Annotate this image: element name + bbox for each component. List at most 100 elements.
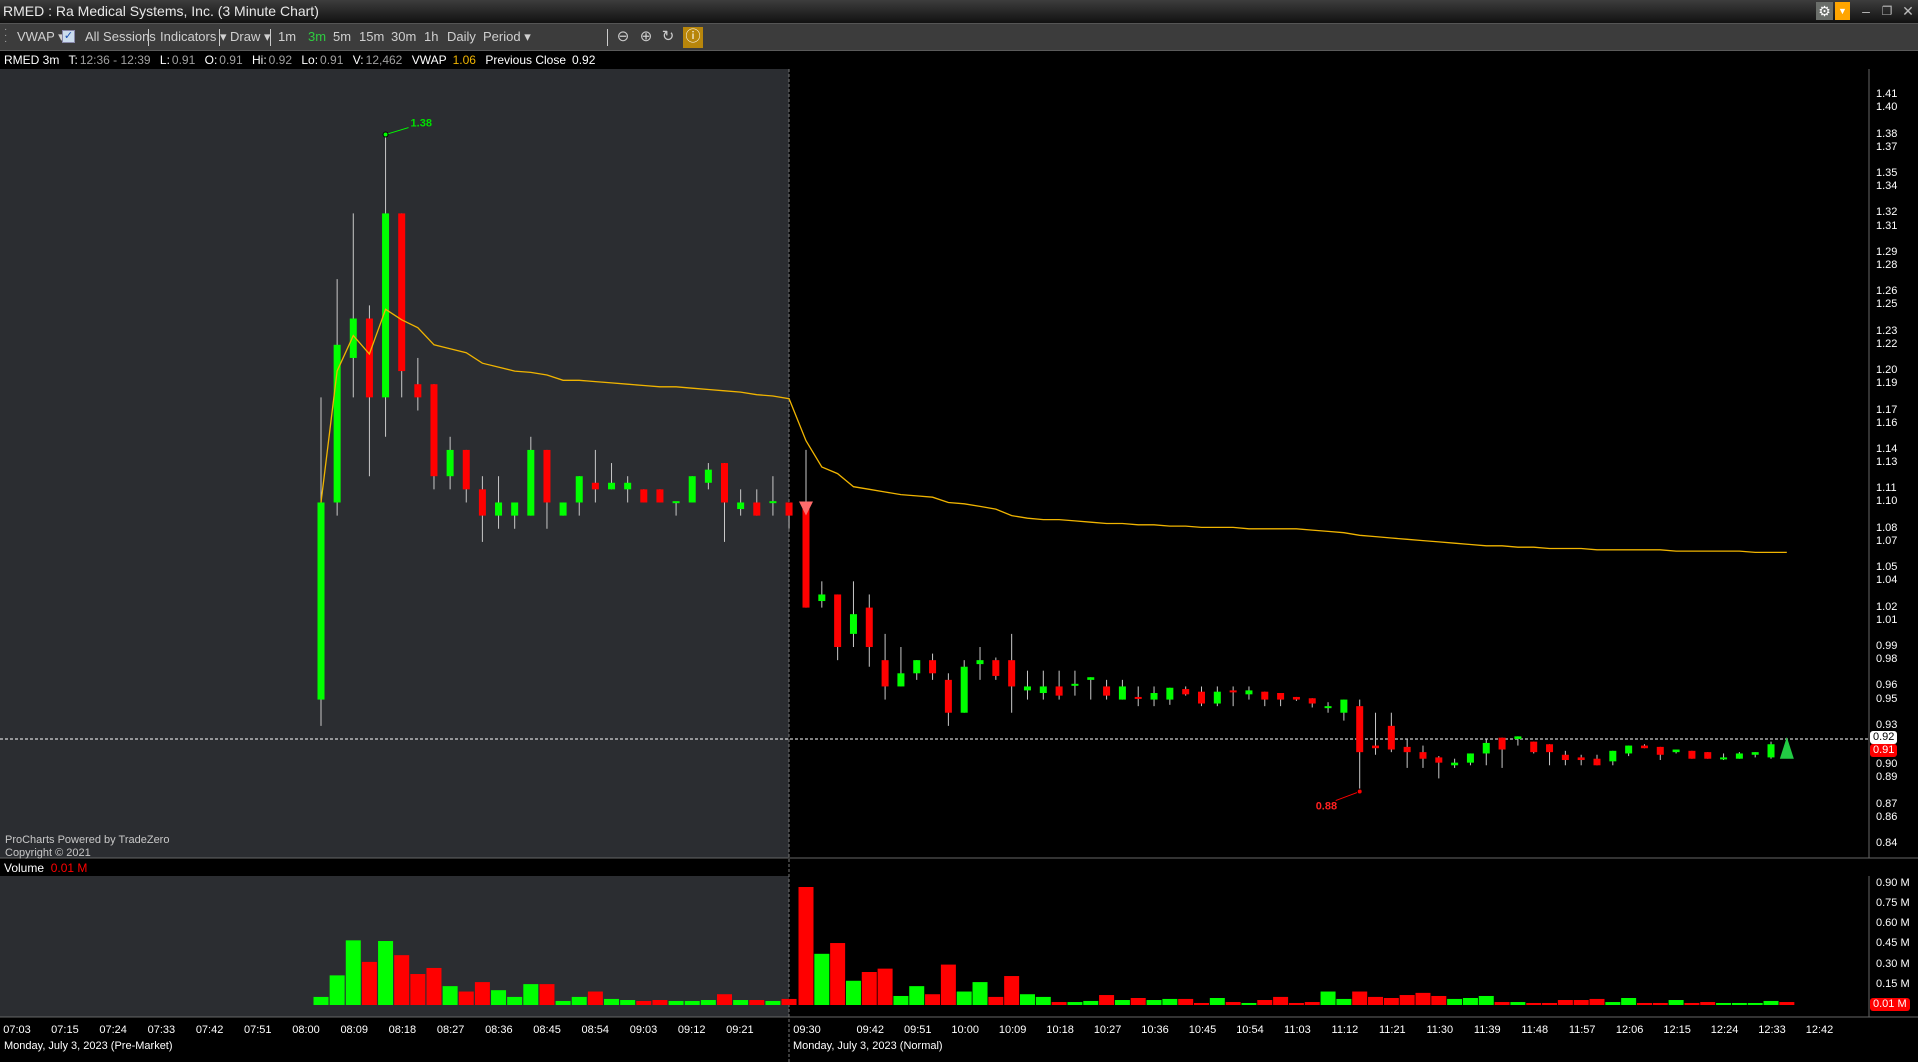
time-tick-label: 07:15 bbox=[51, 1024, 79, 1036]
candle-body bbox=[897, 673, 905, 687]
time-tick-label: 10:45 bbox=[1188, 1024, 1217, 1036]
volume-bar bbox=[1067, 1002, 1083, 1005]
volume-bar bbox=[845, 980, 861, 1005]
candle-body bbox=[333, 344, 341, 503]
volume-bar bbox=[733, 1000, 749, 1005]
volume-bar bbox=[988, 996, 1004, 1005]
volume-bar bbox=[1747, 1002, 1763, 1005]
premarket-background bbox=[0, 69, 789, 858]
time-tick-label: 11:30 bbox=[1426, 1024, 1454, 1036]
time-tick-label: 07:51 bbox=[244, 1024, 272, 1036]
candle-body bbox=[913, 660, 921, 674]
volume-bar bbox=[636, 1000, 652, 1005]
time-tick-label: 12:15 bbox=[1663, 1024, 1691, 1036]
candle-body bbox=[1656, 746, 1664, 755]
volume-bar bbox=[555, 1000, 571, 1005]
candle-body bbox=[753, 502, 761, 516]
price-tick-label: 0.98 bbox=[1876, 653, 1898, 666]
price-tick-label: 0.87 bbox=[1876, 797, 1898, 810]
copyright: Copyright © 2021 bbox=[5, 847, 91, 859]
candle-body bbox=[1609, 750, 1617, 762]
price-tick-label: 1.13 bbox=[1876, 456, 1898, 469]
time-tick-label: 08:45 bbox=[533, 1024, 561, 1036]
price-tick-label: 1.26 bbox=[1876, 285, 1898, 298]
volume-bar bbox=[523, 984, 539, 1005]
volume-bar bbox=[1494, 1002, 1510, 1005]
volume-bar bbox=[1478, 995, 1494, 1005]
candle-body bbox=[446, 449, 454, 477]
volume-bar bbox=[1542, 1002, 1558, 1005]
volume-bar bbox=[442, 986, 458, 1005]
candle-body bbox=[1008, 660, 1016, 687]
volume-bar bbox=[1700, 1002, 1716, 1005]
price-tick-label: 0.95 bbox=[1876, 692, 1898, 705]
low-price-label: 0.88 bbox=[1316, 801, 1337, 813]
volume-bar bbox=[765, 1000, 781, 1005]
candle-body bbox=[688, 476, 696, 503]
price-tick-label: 1.41 bbox=[1876, 88, 1898, 101]
candle-body bbox=[960, 666, 968, 713]
time-tick-label: 11:12 bbox=[1331, 1024, 1359, 1036]
volume-bar bbox=[814, 953, 830, 1005]
volume-bar bbox=[1162, 998, 1178, 1005]
volume-bar bbox=[1589, 998, 1605, 1005]
candle-body bbox=[1166, 687, 1174, 700]
candle-body bbox=[1577, 757, 1585, 761]
candle-body bbox=[1546, 744, 1554, 753]
candle-body bbox=[478, 489, 486, 516]
volume-bar bbox=[1194, 1002, 1209, 1005]
candle-body bbox=[543, 449, 551, 503]
candle-body bbox=[849, 614, 857, 634]
volume-bar bbox=[1716, 1002, 1732, 1005]
candle-body bbox=[527, 449, 535, 516]
candle-body bbox=[1704, 752, 1712, 759]
volume-bar bbox=[1130, 997, 1146, 1005]
volume-bar bbox=[972, 982, 988, 1005]
volume-tick-label: 0.75 M bbox=[1876, 896, 1910, 909]
volume-bar bbox=[539, 984, 555, 1005]
volume-bar bbox=[1763, 1000, 1779, 1005]
candle-body bbox=[1356, 706, 1364, 753]
volume-bar bbox=[1035, 996, 1051, 1005]
candle-body bbox=[976, 660, 984, 665]
candle-body bbox=[1308, 698, 1316, 704]
volume-tick-label: 0.30 M bbox=[1876, 957, 1910, 970]
time-tick-label: 12:33 bbox=[1758, 1024, 1786, 1036]
candle-body bbox=[1198, 691, 1205, 704]
candle-body bbox=[511, 502, 519, 516]
volume-bar bbox=[798, 887, 814, 1005]
low-marker-line bbox=[1335, 791, 1360, 802]
low-marker-dot bbox=[1356, 788, 1363, 795]
candle-body bbox=[1561, 754, 1569, 761]
volume-bar bbox=[313, 996, 329, 1005]
price-tick-label: 1.31 bbox=[1876, 219, 1898, 232]
time-tick-label: 10:27 bbox=[1093, 1024, 1122, 1036]
sell-signal-triangle-icon bbox=[799, 501, 813, 516]
volume-bar bbox=[717, 994, 732, 1005]
time-tick-label: 09:21 bbox=[726, 1024, 754, 1036]
volume-bar bbox=[1605, 1002, 1621, 1005]
last-price-badge: 0.91 bbox=[1870, 744, 1898, 757]
candle-body bbox=[414, 384, 422, 398]
price-tick-label: 1.02 bbox=[1876, 600, 1898, 613]
candle-body bbox=[672, 501, 680, 504]
candle-body bbox=[1640, 745, 1648, 749]
volume-bar bbox=[1399, 995, 1415, 1005]
time-tick-label: 10:09 bbox=[998, 1024, 1027, 1036]
time-tick-label: 10:54 bbox=[1236, 1024, 1264, 1036]
time-tick-label: 08:00 bbox=[292, 1024, 320, 1036]
candle-body bbox=[1213, 691, 1221, 704]
volume-bar bbox=[361, 961, 377, 1005]
volume-bar bbox=[1099, 995, 1115, 1005]
candle-body bbox=[1403, 746, 1411, 753]
price-tick-label: 1.10 bbox=[1876, 495, 1898, 508]
volume-bar bbox=[474, 982, 490, 1005]
price-tick-label: 1.40 bbox=[1876, 101, 1898, 114]
candle-body bbox=[785, 502, 793, 516]
volume-tick-label: 0.15 M bbox=[1876, 977, 1910, 990]
price-volume-chart[interactable]: 1.38 0.88 bbox=[0, 0, 1918, 1062]
candle-body bbox=[1229, 690, 1237, 693]
volume-bar bbox=[1146, 1000, 1162, 1005]
price-tick-label: 0.89 bbox=[1876, 771, 1898, 784]
time-tick-label: 12:06 bbox=[1615, 1024, 1644, 1036]
